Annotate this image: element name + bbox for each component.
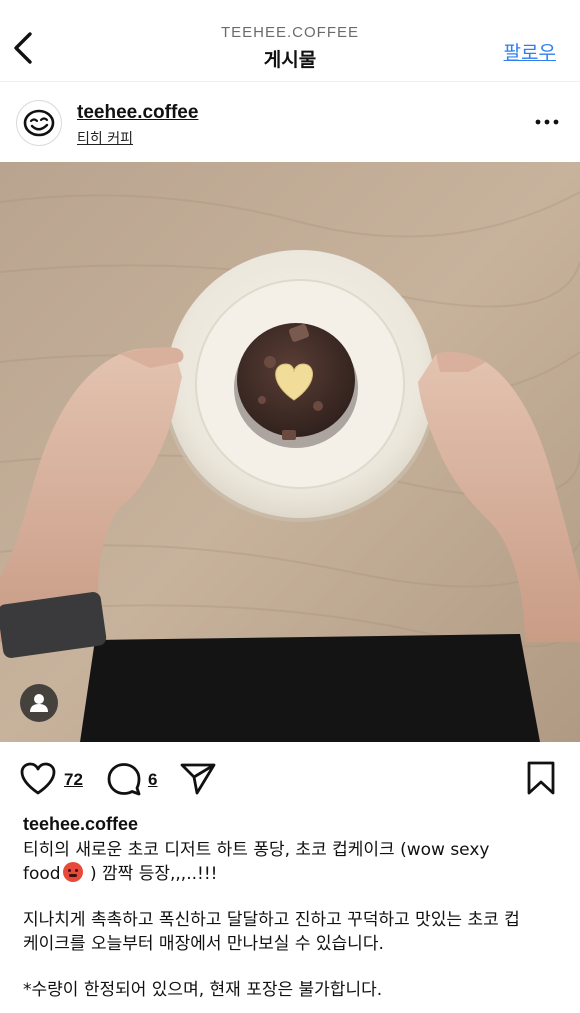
post-caption: teehee.coffee 티히의 새로운 초코 디저트 하트 퐁당, 초코 컵… [23,812,563,1002]
follow-button[interactable]: 팔로우 [504,38,556,65]
action-row: 72 6 [0,742,580,812]
header-titles: TEEHEE.COFFEE 게시물 [0,24,580,72]
smiley-logo-icon [23,109,55,137]
comment-icon[interactable] [106,762,142,796]
post-location[interactable]: 티히 커피 [77,128,133,148]
user-tag-icon [30,694,48,712]
more-horizontal-icon[interactable] [534,112,560,132]
caption-line-2: food ) 깜짝 등장,,,..!!! [23,862,563,886]
caption-line-2-text-b: ) 깜짝 등장,,,..!!! [84,864,218,884]
caption-username[interactable]: teehee.coffee [23,812,563,836]
caption-paragraph-2-line-1: 지나치게 촉촉하고 폭신하고 달달하고 진하고 꾸덕하고 맛있는 초코 컵 [23,910,520,930]
comments-count[interactable]: 6 [148,770,157,790]
post-username[interactable]: teehee.coffee [77,102,198,124]
caption-paragraph-3-line-1: *수량이 한정되어 있으며, 현재 포장은 불가합니다. [23,980,383,1000]
account-name-caps: TEEHEE.COFFEE [220,24,360,41]
caption-line-1: 티히의 새로운 초코 디저트 하트 퐁당, 초코 컵케이크 (wow sexy [23,840,490,860]
page-title: 게시물 [263,49,317,71]
heart-icon[interactable] [20,762,56,796]
post-header: teehee.coffee 티히 커피 [0,82,580,162]
cupcake-photo-illustration [0,162,580,742]
post-photo[interactable] [0,162,580,742]
hot-face-emoji [62,862,83,882]
avatar[interactable] [16,100,62,146]
bookmark-icon[interactable] [526,760,556,796]
top-nav-bar: TEEHEE.COFFEE 게시물 팔로우 [0,0,580,82]
likes-count[interactable]: 72 [64,770,83,790]
caption-line-2-text-a: food [23,864,61,884]
tag-button[interactable] [20,684,58,722]
send-icon[interactable] [180,762,216,796]
caption-paragraph-2-line-2: 케이크를 오늘부터 매장에서 만나보실 수 있습니다. [23,934,384,954]
